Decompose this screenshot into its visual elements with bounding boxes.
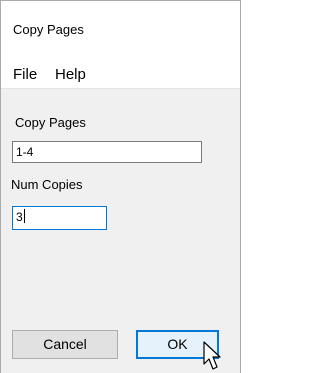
copy-pages-input[interactable]: 1-4 — [12, 141, 202, 163]
num-copies-label: Num Copies — [11, 177, 83, 192]
dialog-body: Copy Pages 1-4 Num Copies 3 Cancel OK — [1, 89, 240, 373]
copy-pages-input-value: 1-4 — [16, 145, 34, 159]
num-copies-input-value: 3 — [16, 210, 23, 224]
menu-help[interactable]: Help — [55, 66, 86, 83]
menu-bar: File Help — [1, 45, 240, 89]
cancel-button[interactable]: Cancel — [12, 330, 118, 359]
window-title: Copy Pages — [13, 22, 84, 37]
title-bar[interactable]: Copy Pages — [1, 1, 240, 45]
copy-pages-label: Copy Pages — [15, 115, 86, 130]
text-caret — [23, 209, 25, 223]
copy-pages-window: Copy Pages File Help Copy Pages 1-4 Num … — [0, 0, 241, 373]
arrow-cursor-icon — [203, 341, 221, 370]
num-copies-input[interactable]: 3 — [12, 206, 107, 230]
menu-file[interactable]: File — [13, 66, 37, 83]
